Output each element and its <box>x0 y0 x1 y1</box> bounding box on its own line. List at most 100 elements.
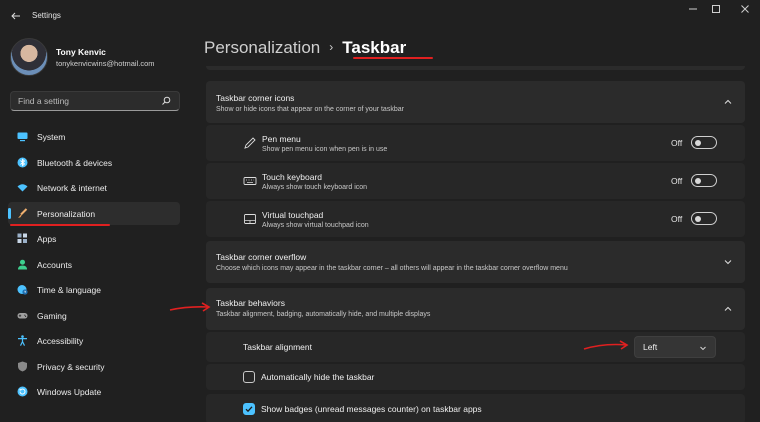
sidebar-item-label: System <box>37 132 66 142</box>
sidebar-item-label: Time & language <box>37 285 101 295</box>
chevron-up-icon[interactable] <box>723 97 733 107</box>
setting-title: Show badges (unread messages counter) on… <box>261 404 482 414</box>
breadcrumb-separator: › <box>329 40 334 54</box>
setting-row-auto-hide[interactable]: Automatically hide the taskbar <box>206 364 745 390</box>
gamepad-icon <box>17 312 28 318</box>
setting-title: Touch keyboard <box>262 172 323 182</box>
toggle-state-label: Off <box>671 214 683 224</box>
wifi-icon <box>17 184 28 192</box>
setting-title: Virtual touchpad <box>262 210 324 220</box>
toggle-state-label: Off <box>671 138 683 148</box>
sidebar-item-system[interactable]: System <box>8 125 180 148</box>
close-icon <box>741 5 749 13</box>
annotation-underline-personalization <box>10 224 110 226</box>
annotation-arrow-behaviors <box>169 302 211 312</box>
update-icon <box>17 386 28 397</box>
sidebar-item-label: Accounts <box>37 259 72 270</box>
sidebar-item-label: Privacy & security <box>37 361 105 372</box>
arrow-left-icon <box>11 12 20 20</box>
annotation-arrow-alignment <box>583 340 629 350</box>
section-title: Taskbar corner icons <box>216 93 295 103</box>
show-badges-checkbox[interactable] <box>243 403 255 415</box>
sidebar-item-personalization[interactable]: Personalization <box>8 201 180 225</box>
monitor-icon <box>17 132 28 142</box>
sidebar-item-bluetooth[interactable]: Bluetooth & devices <box>8 151 180 174</box>
setting-row-touch-keyboard[interactable]: Touch keyboard Always show touch keyboar… <box>206 163 745 199</box>
sidebar-item-label: Personalization <box>37 208 96 219</box>
chevron-up-icon[interactable] <box>723 304 733 314</box>
virtual-touchpad-toggle[interactable] <box>691 212 717 225</box>
taskbar-alignment-dropdown[interactable]: Left <box>634 336 716 358</box>
section-behaviors-header[interactable]: Taskbar behaviors Taskbar alignment, bad… <box>206 288 745 330</box>
breadcrumb: Personalization › Taskbar <box>204 38 406 58</box>
sidebar-item-accessibility[interactable]: Accessibility <box>8 329 180 352</box>
keyboard-icon <box>243 177 257 185</box>
globe-clock-icon <box>17 285 28 295</box>
sidebar-item-label: Apps <box>37 234 57 244</box>
previous-section-edge <box>206 66 745 70</box>
person-icon <box>18 259 27 269</box>
setting-row-badges[interactable]: Show badges (unread messages counter) on… <box>206 394 745 422</box>
sidebar-item-label: Bluetooth & devices <box>37 157 113 168</box>
user-name: Tony Kenvic <box>56 47 106 57</box>
auto-hide-checkbox[interactable] <box>243 371 255 383</box>
title-bar: Settings <box>0 0 760 32</box>
search-icon[interactable] <box>161 96 171 106</box>
section-title: Taskbar corner overflow <box>216 252 307 262</box>
back-button[interactable] <box>10 10 22 22</box>
minimize-icon <box>689 8 697 10</box>
section-description: Show or hide icons that appear on the co… <box>216 106 404 113</box>
checkmark-icon <box>245 406 253 413</box>
setting-description: Always show touch keyboard icon <box>262 184 368 191</box>
chevron-down-icon[interactable] <box>723 257 733 267</box>
sidebar-item-network[interactable]: Network & internet <box>8 176 180 199</box>
pen-menu-toggle[interactable] <box>691 136 717 149</box>
pen-icon <box>244 137 256 149</box>
setting-row-virtual-touchpad[interactable]: Virtual touchpad Always show virtual tou… <box>206 201 745 237</box>
toggle-knob <box>695 177 701 184</box>
sidebar-item-label: Gaming <box>37 310 67 321</box>
user-email: tonykenvicwins@hotmail.com <box>56 59 155 68</box>
toggle-state-label: Off <box>671 176 683 186</box>
search-box[interactable] <box>10 91 180 111</box>
settings-content: Taskbar corner icons Show or hide icons … <box>206 66 745 422</box>
touchpad-icon <box>244 214 256 224</box>
section-corner-overflow-header[interactable]: Taskbar corner overflow Choose which ico… <box>206 241 745 283</box>
setting-description: Always show virtual touchpad icon <box>262 222 369 229</box>
section-description: Taskbar alignment, badging, automaticall… <box>216 311 431 318</box>
sidebar-item-windows-update[interactable]: Windows Update <box>8 380 180 403</box>
sidebar-item-accounts[interactable]: Accounts <box>8 253 180 276</box>
toggle-knob <box>695 215 701 222</box>
sidebar-item-privacy[interactable]: Privacy & security <box>8 355 180 378</box>
maximize-button[interactable] <box>706 4 726 18</box>
avatar[interactable] <box>10 38 48 76</box>
annotation-underline-taskbar <box>353 57 433 59</box>
minimize-button[interactable] <box>683 4 703 18</box>
setting-title: Taskbar alignment <box>243 342 312 352</box>
close-button[interactable] <box>735 4 755 18</box>
chevron-down-icon <box>700 346 706 351</box>
breadcrumb-parent[interactable]: Personalization <box>204 38 320 57</box>
section-corner-icons-header[interactable]: Taskbar corner icons Show or hide icons … <box>206 81 745 123</box>
shield-icon <box>18 361 27 371</box>
sidebar-item-gaming[interactable]: Gaming <box>8 304 180 327</box>
section-title: Taskbar behaviors <box>216 298 285 308</box>
paintbrush-icon <box>18 207 28 218</box>
search-input[interactable] <box>18 95 158 107</box>
apps-icon <box>17 233 27 243</box>
page-title: Taskbar <box>342 38 407 57</box>
sidebar-item-apps[interactable]: Apps <box>8 227 180 250</box>
accessibility-icon <box>18 335 27 346</box>
maximize-icon <box>712 5 720 13</box>
sidebar-item-time-language[interactable]: Time & language <box>8 278 180 301</box>
setting-row-pen-menu[interactable]: Pen menu Show pen menu icon when pen is … <box>206 125 745 161</box>
toggle-knob <box>695 139 701 146</box>
sidebar-nav: System Bluetooth & devices Network & int… <box>8 125 180 406</box>
touch-keyboard-toggle[interactable] <box>691 174 717 187</box>
sidebar-item-label: Windows Update <box>37 387 102 397</box>
sidebar-item-label: Accessibility <box>37 336 84 346</box>
setting-description: Show pen menu icon when pen is in use <box>262 146 388 153</box>
active-indicator <box>8 207 11 219</box>
setting-title: Pen menu <box>262 134 301 144</box>
setting-row-taskbar-alignment: Taskbar alignment Left <box>206 332 745 362</box>
